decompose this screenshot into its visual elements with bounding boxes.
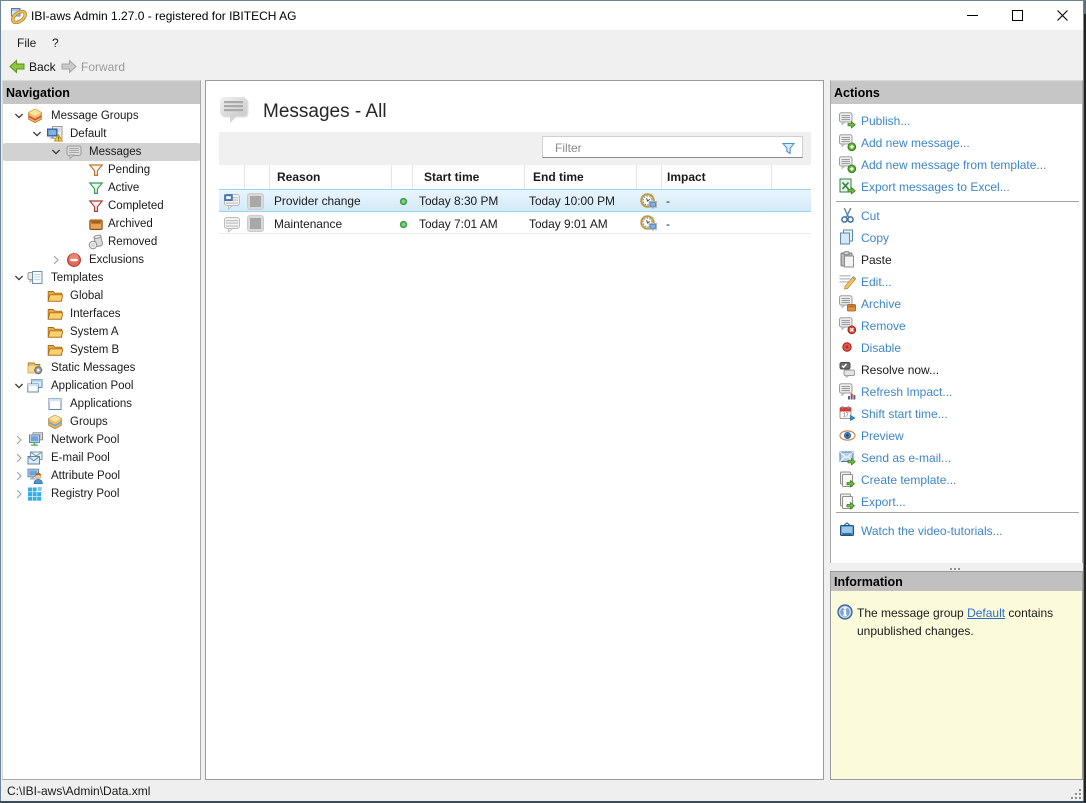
svg-text:17: 17 xyxy=(843,412,849,418)
